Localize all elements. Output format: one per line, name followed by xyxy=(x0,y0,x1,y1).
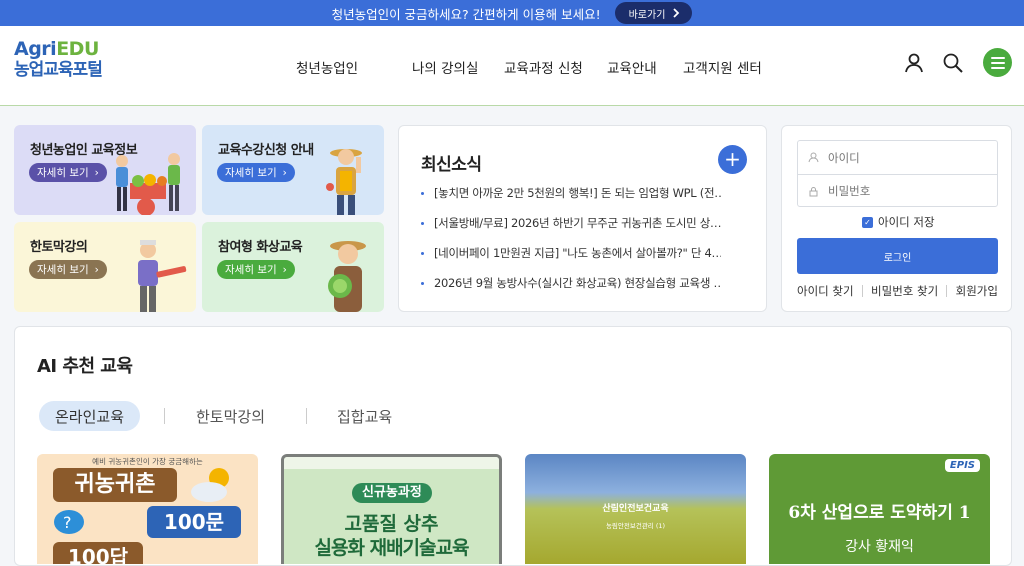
card-detail-button[interactable]: 자세히 보기 › xyxy=(217,260,295,279)
chevron-right-icon: › xyxy=(94,166,99,179)
card-detail-button[interactable]: 자세히 보기 › xyxy=(29,260,107,279)
user-icon[interactable] xyxy=(903,52,925,74)
thumb-notebook-strip xyxy=(284,457,499,469)
farmers-cart-illustration xyxy=(116,153,180,215)
save-id-label: 아이디 저장 xyxy=(878,215,935,229)
farmer-with-tool-illustration xyxy=(138,240,187,312)
login-panel: 아이디 비밀번호 ✓ 아이디 저장 로그인 아이디 찾기 비밀번호 찾기 회원가… xyxy=(781,125,1012,312)
top-banner-message: 청년농업인이 궁금하세요? 간편하게 이용해 보세요! xyxy=(331,6,601,22)
thumb-headline: 100문 xyxy=(147,506,241,538)
news-item[interactable]: 2026년 9월 농방사수(실시간 화상교육) 현장실습형 교육생 … xyxy=(421,275,721,291)
card-detail-button[interactable]: 자세히 보기 › xyxy=(217,163,295,182)
id-input[interactable]: 아이디 xyxy=(798,141,997,174)
news-panel: 최신소식 + [놓치면 아까운 2만 5천원의 행복!] 돈 되는 임업형 WP… xyxy=(398,125,767,312)
thumb-headline: 고품질 상추 xyxy=(344,513,439,535)
course-thumbnail[interactable]: 예비 귀농귀촌인이 가장 궁금해하는 귀농귀촌 ? 100문 100답 xyxy=(37,454,258,564)
button-label: 자세히 보기 xyxy=(225,264,277,276)
password-placeholder: 비밀번호 xyxy=(828,184,871,198)
news-item[interactable]: [놓치면 아까운 2만 5천원의 행복!] 돈 되는 임업형 WPL (전… xyxy=(421,185,721,201)
go-label: 바로가기 xyxy=(628,9,666,21)
divider xyxy=(306,408,307,424)
course-thumbnail[interactable]: 신규농과정 고품질 상추 실용화 재배기술교육 xyxy=(281,454,502,564)
chevron-right-icon: › xyxy=(282,263,287,276)
card-young-farmer-info[interactable]: 청년농업인 교육정보 자세히 보기 › xyxy=(14,125,196,215)
login-links: 아이디 찾기 비밀번호 찾기 회원가입 xyxy=(797,283,998,299)
card-detail-button[interactable]: 자세히 보기 › xyxy=(29,163,107,182)
menu-button[interactable] xyxy=(983,48,1012,77)
button-label: 자세히 보기 xyxy=(37,167,89,179)
nav-edu-guide[interactable]: 교육안내 xyxy=(607,57,657,77)
news-item[interactable]: [서울방배/무료] 2026년 하반기 무주군 귀농귀촌 도시민 상… xyxy=(421,215,721,231)
search-icon[interactable] xyxy=(942,52,964,74)
button-label: 자세히 보기 xyxy=(225,167,277,179)
login-fields: 아이디 비밀번호 xyxy=(797,140,998,207)
thumb-badge: 신규농과정 xyxy=(352,483,432,503)
divider xyxy=(946,285,948,297)
tab-short-lecture[interactable]: 한토막강의 xyxy=(196,401,265,431)
tab-online-edu[interactable]: 온라인교육 xyxy=(39,401,141,431)
id-placeholder: 아이디 xyxy=(828,150,860,165)
signup-link[interactable]: 회원가입 xyxy=(956,283,998,299)
save-id-checkbox[interactable]: ✓ 아이디 저장 xyxy=(862,214,935,230)
login-button[interactable]: 로그인 xyxy=(797,238,998,274)
svg-text:?: ? xyxy=(63,513,72,532)
checkbox-checked-icon: ✓ xyxy=(862,216,873,228)
card-title: 교육수강신청 안내 xyxy=(218,143,314,158)
thumb-headline: 6차 산업으로 도약하기 1 xyxy=(788,503,971,523)
thumb-instructor: 강사 황재익 xyxy=(845,539,914,555)
farmer-waving-illustration xyxy=(326,149,362,215)
nav-course-apply[interactable]: 교육과정 신청 xyxy=(504,57,583,77)
chevron-right-icon: › xyxy=(282,166,287,179)
course-thumbnail[interactable]: 산림인전보건교육 농림안전보건관리 (1) xyxy=(525,454,746,564)
logo-edu: EDU xyxy=(56,38,99,60)
chevron-right-icon: › xyxy=(94,263,99,276)
logo-agri: Agri xyxy=(14,38,57,60)
news-item[interactable]: [네이버페이 1만원권 지급] "나도 농촌에서 살아볼까?" 단 4… xyxy=(421,245,721,261)
thumb-headline: 귀농귀촌 xyxy=(53,468,177,502)
card-short-lecture[interactable]: 한토막강의 자세히 보기 › xyxy=(14,222,196,312)
lock-icon xyxy=(809,186,818,196)
farmer-with-cabbage-illustration xyxy=(328,241,366,312)
ai-section-title: AI 추천 교육 xyxy=(37,356,133,377)
card-course-apply-guide[interactable]: 교육수강신청 안내 자세히 보기 › xyxy=(202,125,384,215)
top-banner: 청년농업인이 궁금하세요? 간편하게 이용해 보세요! 바로가기 xyxy=(0,0,1024,26)
ai-recommend-section: AI 추천 교육 온라인교육 한토막강의 집합교육 예비 귀농귀촌인이 가장 궁… xyxy=(14,326,1012,566)
thumb-subtitle: 농림안전보건관리 (1) xyxy=(605,522,666,530)
card-title: 한토막강의 xyxy=(30,240,88,255)
card-title: 참여형 화상교육 xyxy=(218,240,303,255)
password-input[interactable]: 비밀번호 xyxy=(798,174,997,207)
button-label: 자세히 보기 xyxy=(37,264,89,276)
site-logo[interactable]: AgriEDU 농업교육포털 xyxy=(14,38,103,80)
nav-young-farmer[interactable]: 청년농업인 xyxy=(296,57,358,77)
chevron-right-icon xyxy=(673,8,680,18)
nav-support-center[interactable]: 고객지원 센터 xyxy=(683,57,762,77)
top-banner-go-button[interactable]: 바로가기 xyxy=(614,2,693,24)
divider xyxy=(861,285,863,297)
thumb-headline: 산림인전보건교육 xyxy=(602,504,669,514)
course-thumbnail[interactable]: EPIS 6차 산업으로 도약하기 1 강사 황재익 xyxy=(769,454,990,564)
epis-logo: EPIS xyxy=(944,459,980,472)
find-id-link[interactable]: 아이디 찾기 xyxy=(797,283,854,299)
logo-portal-name: 농업교육포털 xyxy=(14,59,103,80)
news-more-plus-icon[interactable]: + xyxy=(718,145,747,174)
sun-cloud-icon xyxy=(191,468,229,502)
nav-my-classroom[interactable]: 나의 강의실 xyxy=(412,57,478,77)
news-title: 최신소식 xyxy=(421,155,482,175)
user-icon xyxy=(808,152,819,163)
tab-group-edu[interactable]: 집합교육 xyxy=(337,401,392,431)
card-interactive-video-edu[interactable]: 참여형 화상교육 자세히 보기 › xyxy=(202,222,384,312)
site-header: AgriEDU 농업교육포털 청년농업인 나의 강의실 교육과정 신청 교육안내… xyxy=(0,26,1024,106)
speech-bubble-icon: ? xyxy=(54,510,84,534)
find-password-link[interactable]: 비밀번호 찾기 xyxy=(871,283,938,299)
thumb-headline: 실용화 재배기술교육 xyxy=(314,537,470,559)
divider xyxy=(164,408,165,424)
thumb-headline: 100답 xyxy=(53,542,143,564)
